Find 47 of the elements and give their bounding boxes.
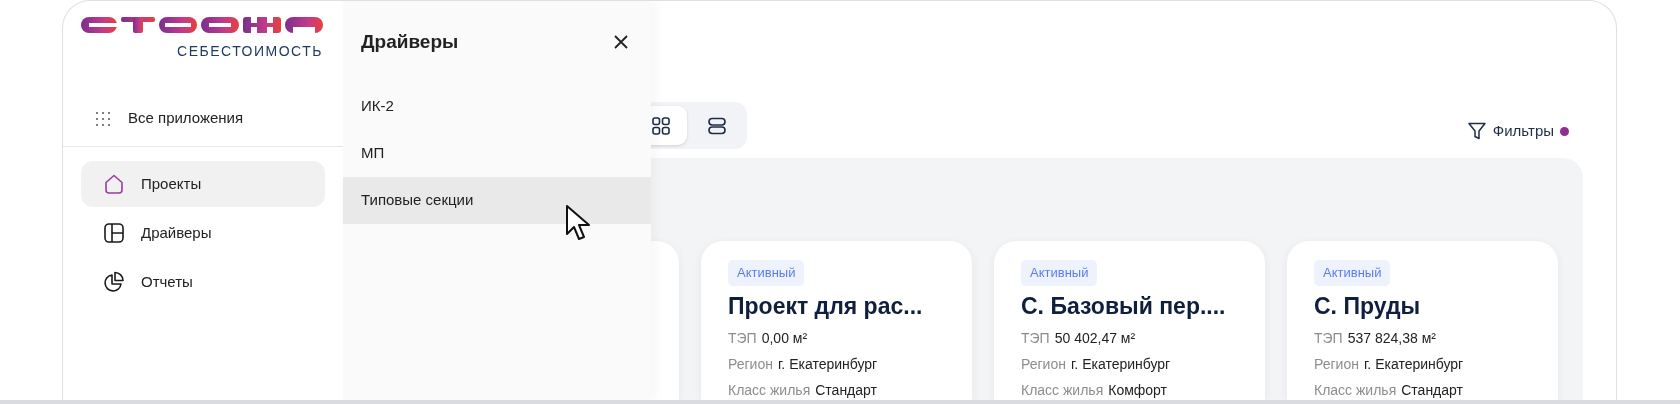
apps-grid-icon[interactable] — [96, 111, 110, 126]
home-icon — [103, 173, 125, 195]
close-icon[interactable] — [613, 34, 629, 50]
card-title: Проект для рас... — [728, 291, 923, 321]
field-label: Класс жилья — [728, 381, 811, 400]
status-badge: Активный — [1021, 260, 1098, 286]
flyout-item[interactable]: ИК-2 — [343, 83, 651, 130]
field-value: г. Екатеринбург — [777, 355, 878, 374]
field-label: ТЭП — [1021, 329, 1050, 348]
flyout-item[interactable]: Типовые секции — [343, 177, 651, 224]
field-value: Комфорт — [1108, 381, 1167, 400]
logo-icon — [81, 16, 323, 34]
card-title: С. Базовый пер.... — [1021, 291, 1226, 321]
field-value: Стандарт — [815, 381, 877, 400]
sidebar-item[interactable]: Отчеты — [81, 259, 325, 305]
field-value: г. Екатеринбург — [1070, 355, 1171, 374]
field-label: ТЭП — [1314, 329, 1343, 348]
flyout-item[interactable]: МП — [343, 130, 651, 177]
project-card[interactable]: Активный Проект для рас... ТЭП 0,00 м² Регион г. Екатеринбург Класс жилья Стандарт — [701, 241, 972, 400]
cursor-icon — [565, 204, 591, 242]
logo-subtitle: СЕБЕСТОИМОСТЬ — [177, 44, 323, 58]
pie-chart-icon — [103, 271, 125, 293]
field-label: ТЭП — [728, 329, 757, 348]
status-badge: Активный — [728, 260, 805, 286]
status-badge: Активный — [1314, 260, 1391, 286]
field-label: Класс жилья — [1314, 381, 1397, 400]
list-icon — [707, 115, 727, 136]
field-value: Стандарт — [1401, 381, 1463, 400]
layout-icon — [103, 222, 125, 244]
card-title: С. Пруды — [1314, 291, 1421, 321]
field-label: Регион — [1314, 355, 1359, 374]
sidebar-item[interactable]: Проекты — [81, 161, 325, 207]
project-card[interactable]: Активный С. Базовый пер.... ТЭП 50 402,47 м² Регион г. Екатеринбург Класс жилья Комфорт — [994, 241, 1265, 400]
field-value: 537 824,38 м² — [1347, 329, 1436, 348]
all-apps-link[interactable]: Все приложения — [128, 107, 244, 130]
field-label: Регион — [728, 355, 773, 374]
project-card[interactable]: Активный С. Пруды ТЭП 537 824,38 м² Регион г. Екатеринбург Класс жилья Стандарт — [1287, 241, 1558, 400]
filters-button[interactable]: Фильтры — [1466, 120, 1569, 143]
filter-icon — [1466, 121, 1487, 142]
field-label: Регион — [1021, 355, 1066, 374]
flyout-title: Драйверы — [361, 29, 459, 54]
field-label: Класс жилья — [1021, 381, 1104, 400]
field-value: 0,00 м² — [761, 329, 808, 348]
field-value: 50 402,47 м² — [1054, 329, 1136, 348]
sidebar-item[interactable]: Драйверы — [81, 210, 325, 256]
field-value: г. Екатеринбург — [1363, 355, 1464, 374]
grid-icon — [651, 115, 671, 136]
